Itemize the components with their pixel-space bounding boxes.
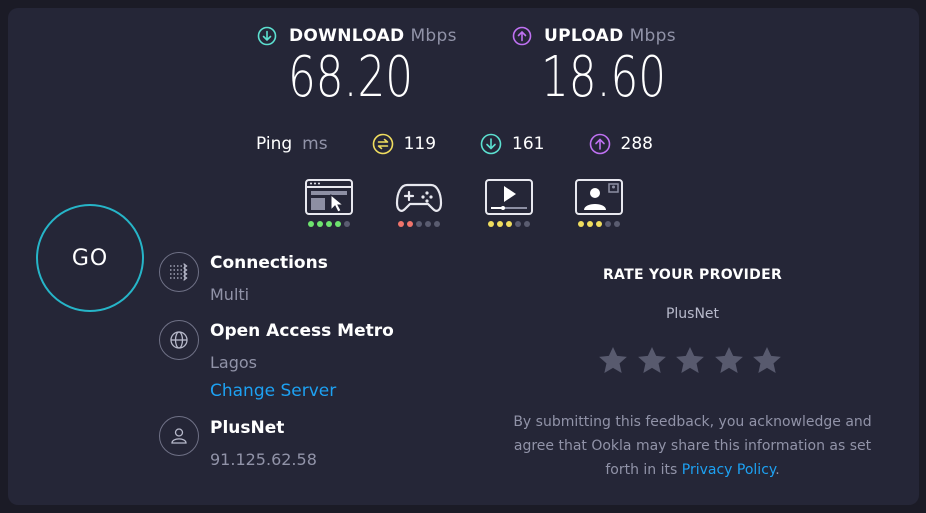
- gaming-icon: [395, 183, 443, 212]
- ping-unit: ms: [302, 134, 328, 154]
- upload-header: UPLOAD Mbps: [512, 26, 676, 46]
- upload-label: UPLOAD: [544, 26, 624, 46]
- app-gaming[interactable]: [394, 179, 444, 227]
- rating-dot: [344, 221, 350, 227]
- app-browsing[interactable]: [304, 179, 354, 227]
- rating-dot: [407, 221, 413, 227]
- rating-dot: [416, 221, 422, 227]
- rating-dot: [308, 221, 314, 227]
- star-rating: [597, 345, 790, 377]
- rating-dot: [425, 221, 431, 227]
- star-icon[interactable]: [636, 345, 668, 377]
- ping-upload: 288: [589, 133, 653, 155]
- rating-dot: [596, 221, 602, 227]
- rating-dot: [398, 221, 404, 227]
- ping-upload-value: 288: [620, 134, 653, 154]
- gaming-rating: [397, 221, 442, 227]
- rating-dot: [326, 221, 332, 227]
- ping-label: Ping: [256, 134, 293, 154]
- ping-download: 161: [480, 133, 545, 155]
- latency-idle-icon: [372, 133, 393, 155]
- rating-dot: [578, 221, 584, 227]
- feedback-disclaimer: By submitting this feedback, you acknowl…: [495, 410, 890, 482]
- server-name: Open Access Metro: [210, 321, 394, 341]
- change-server-link[interactable]: Change Server: [210, 381, 336, 401]
- privacy-policy-link[interactable]: Privacy Policy: [682, 462, 775, 478]
- ping-idle-value: 119: [403, 134, 437, 154]
- rating-dot: [488, 221, 494, 227]
- latency-download-icon: [480, 133, 502, 155]
- rate-provider-name: PlusNet: [665, 306, 720, 322]
- rating-dot: [524, 221, 530, 227]
- latency-upload-icon: [589, 133, 610, 155]
- video-streaming-rating: [487, 221, 532, 227]
- rating-dot: [515, 221, 521, 227]
- ping-idle: 119: [372, 133, 436, 155]
- download-value: 68.20: [288, 45, 414, 110]
- star-icon[interactable]: [751, 345, 783, 377]
- rating-dot: [605, 221, 611, 227]
- video-chat-icon: [575, 179, 623, 215]
- isp-ip: 91.125.62.58: [210, 450, 317, 469]
- rating-dot: [335, 221, 341, 227]
- upload-value: 18.60: [541, 45, 667, 110]
- app-performance: [304, 179, 664, 227]
- globe-icon: [159, 320, 199, 360]
- download-arrow-icon: [257, 26, 277, 46]
- download-label: DOWNLOAD: [289, 26, 405, 46]
- rate-provider-title: RATE YOUR PROVIDER: [602, 267, 783, 283]
- app-video-streaming[interactable]: [484, 179, 534, 227]
- connections-icon: [159, 252, 199, 292]
- disclaimer-end: .: [775, 462, 780, 478]
- video-chat-rating: [577, 221, 622, 227]
- star-icon[interactable]: [597, 345, 629, 377]
- go-button[interactable]: GO: [36, 204, 144, 312]
- user-icon: [159, 416, 199, 456]
- rating-dot: [506, 221, 512, 227]
- server-location: Lagos: [210, 353, 257, 372]
- connections-value: Multi: [210, 285, 250, 304]
- ping-download-value: 161: [512, 134, 545, 154]
- star-icon[interactable]: [674, 345, 706, 377]
- upload-arrow-icon: [512, 26, 532, 46]
- app-video-chat[interactable]: [574, 179, 624, 227]
- video-streaming-icon: [485, 179, 533, 215]
- star-icon[interactable]: [713, 345, 745, 377]
- rating-dot: [434, 221, 440, 227]
- connections-title: Connections: [210, 253, 328, 273]
- browsing-icon: [305, 179, 353, 215]
- rating-dot: [317, 221, 323, 227]
- browsing-rating: [307, 221, 352, 227]
- upload-unit: Mbps: [629, 26, 676, 46]
- rating-dot: [497, 221, 503, 227]
- rating-dot: [614, 221, 620, 227]
- ping-row: Ping ms 119 161 288: [256, 133, 697, 155]
- download-header: DOWNLOAD Mbps: [257, 26, 457, 46]
- rating-dot: [587, 221, 593, 227]
- download-unit: Mbps: [410, 26, 457, 46]
- isp-name: PlusNet: [210, 418, 285, 438]
